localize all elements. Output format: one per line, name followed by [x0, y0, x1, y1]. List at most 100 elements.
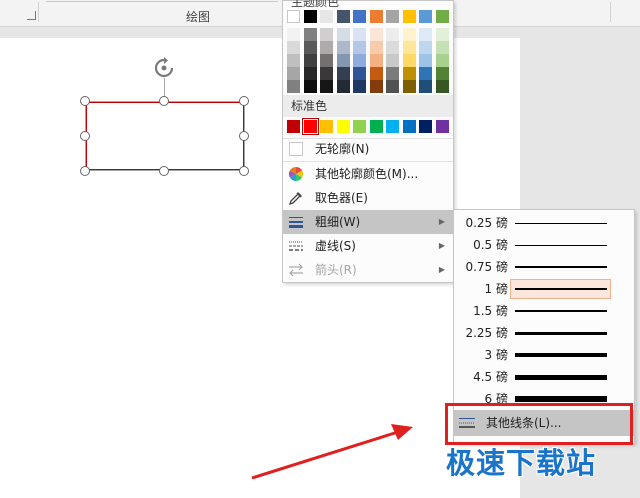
standard-color-swatch[interactable]	[402, 120, 416, 133]
theme-shade-swatch[interactable]	[287, 41, 300, 54]
theme-shade-column	[369, 28, 383, 93]
standard-color-swatch[interactable]	[435, 120, 449, 133]
eyedropper-icon	[288, 192, 302, 206]
theme-shade-swatch[interactable]	[369, 80, 383, 93]
theme-color-swatch[interactable]	[435, 10, 449, 23]
theme-shade-swatch[interactable]	[287, 54, 300, 67]
theme-shade-swatch[interactable]	[402, 54, 416, 67]
theme-shade-swatch[interactable]	[320, 54, 333, 67]
theme-shade-swatch[interactable]	[402, 28, 416, 41]
standard-color-swatch[interactable]	[287, 120, 300, 133]
resize-handle-e[interactable]	[239, 131, 249, 141]
standard-color-swatch[interactable]	[369, 120, 383, 133]
weight-option[interactable]: 0.25 磅	[454, 212, 634, 234]
weight-line-sample	[515, 331, 607, 335]
theme-shade-swatch[interactable]	[303, 80, 317, 93]
theme-shade-swatch[interactable]	[320, 41, 333, 54]
theme-color-swatch[interactable]	[386, 10, 399, 23]
weight-option[interactable]: 1.5 磅	[454, 300, 634, 322]
theme-shade-swatch[interactable]	[435, 54, 449, 67]
theme-shade-swatch[interactable]	[353, 41, 366, 54]
ribbon-separator	[38, 2, 39, 22]
theme-shade-swatch[interactable]	[386, 54, 399, 67]
theme-color-swatch[interactable]	[369, 10, 383, 23]
theme-shade-swatch[interactable]	[386, 67, 399, 80]
shape-outline-menu: 主题颜色 标准色 无轮廓(N) 其他轮廓颜色(M)... 取色器(E) 粗细(W…	[282, 0, 454, 283]
theme-shade-swatch[interactable]	[419, 28, 432, 41]
theme-shade-swatch[interactable]	[320, 80, 333, 93]
theme-shade-swatch[interactable]	[419, 67, 432, 80]
theme-shade-swatch[interactable]	[303, 28, 317, 41]
theme-shade-swatch[interactable]	[336, 80, 350, 93]
theme-shade-swatch[interactable]	[353, 28, 366, 41]
dialog-launcher-icon[interactable]	[27, 11, 36, 20]
theme-shade-swatch[interactable]	[320, 28, 333, 41]
weight-option[interactable]: 0.5 磅	[454, 234, 634, 256]
theme-shade-swatch[interactable]	[287, 80, 300, 93]
weight-option[interactable]: 0.75 磅	[454, 256, 634, 278]
weight-option[interactable]: 3 磅	[454, 344, 634, 366]
theme-shade-swatch[interactable]	[402, 41, 416, 54]
weight-item[interactable]: 粗细(W) ▶	[283, 210, 453, 234]
theme-shade-swatch[interactable]	[369, 28, 383, 41]
resize-handle-nw[interactable]	[80, 96, 90, 106]
resize-handle-se[interactable]	[239, 166, 249, 176]
theme-shade-swatch[interactable]	[435, 41, 449, 54]
weight-option[interactable]: 4.5 磅	[454, 366, 634, 388]
standard-color-swatch[interactable]	[320, 120, 333, 133]
resize-handle-w[interactable]	[80, 131, 90, 141]
theme-shade-swatch[interactable]	[303, 41, 317, 54]
theme-shade-column	[435, 28, 449, 93]
theme-shade-swatch[interactable]	[369, 41, 383, 54]
theme-shade-swatch[interactable]	[435, 67, 449, 80]
theme-color-swatch[interactable]	[303, 10, 317, 23]
theme-shade-swatch[interactable]	[386, 80, 399, 93]
more-outline-colors-item[interactable]: 其他轮廓颜色(M)...	[283, 162, 453, 186]
theme-color-swatch[interactable]	[336, 10, 350, 23]
theme-shade-swatch[interactable]	[353, 67, 366, 80]
theme-color-swatch[interactable]	[320, 10, 333, 23]
theme-shade-swatch[interactable]	[419, 54, 432, 67]
theme-shade-swatch[interactable]	[353, 80, 366, 93]
dashes-item[interactable]: 虚线(S) ▶	[283, 234, 453, 258]
theme-shade-swatch[interactable]	[402, 80, 416, 93]
theme-shade-swatch[interactable]	[419, 80, 432, 93]
theme-shade-swatch[interactable]	[419, 41, 432, 54]
theme-color-swatch[interactable]	[419, 10, 432, 23]
standard-color-swatch[interactable]	[301, 118, 319, 135]
theme-shade-swatch[interactable]	[386, 28, 399, 41]
theme-shade-swatch[interactable]	[336, 54, 350, 67]
no-outline-item[interactable]: 无轮廓(N)	[283, 137, 453, 161]
theme-shade-swatch[interactable]	[320, 67, 333, 80]
resize-handle-n[interactable]	[159, 96, 169, 106]
eyedropper-item[interactable]: 取色器(E)	[283, 186, 453, 210]
theme-shade-swatch[interactable]	[402, 67, 416, 80]
theme-shade-swatch[interactable]	[369, 54, 383, 67]
theme-shade-swatch[interactable]	[303, 54, 317, 67]
resize-handle-ne[interactable]	[239, 96, 249, 106]
theme-color-swatch[interactable]	[353, 10, 366, 23]
weight-option-label: 0.25 磅	[465, 216, 508, 230]
theme-color-swatch[interactable]	[402, 10, 416, 23]
theme-color-swatch[interactable]	[287, 10, 300, 23]
standard-color-swatch[interactable]	[419, 120, 432, 133]
theme-shade-swatch[interactable]	[287, 67, 300, 80]
standard-color-swatch[interactable]	[336, 120, 350, 133]
rotate-handle-icon[interactable]	[153, 57, 175, 79]
weight-option[interactable]: 2.25 磅	[454, 322, 634, 344]
theme-shade-swatch[interactable]	[435, 80, 449, 93]
theme-shade-swatch[interactable]	[353, 54, 366, 67]
theme-shade-swatch[interactable]	[336, 28, 350, 41]
theme-shade-swatch[interactable]	[303, 67, 317, 80]
weight-option[interactable]: 1 磅	[454, 278, 634, 300]
theme-shade-swatch[interactable]	[386, 41, 399, 54]
resize-handle-sw[interactable]	[80, 166, 90, 176]
standard-color-swatch[interactable]	[353, 120, 366, 133]
theme-shade-swatch[interactable]	[336, 67, 350, 80]
theme-shade-swatch[interactable]	[369, 67, 383, 80]
standard-color-swatch[interactable]	[386, 120, 399, 133]
theme-shade-swatch[interactable]	[435, 28, 449, 41]
theme-shade-swatch[interactable]	[336, 41, 350, 54]
resize-handle-s[interactable]	[159, 166, 169, 176]
theme-shade-swatch[interactable]	[287, 28, 300, 41]
